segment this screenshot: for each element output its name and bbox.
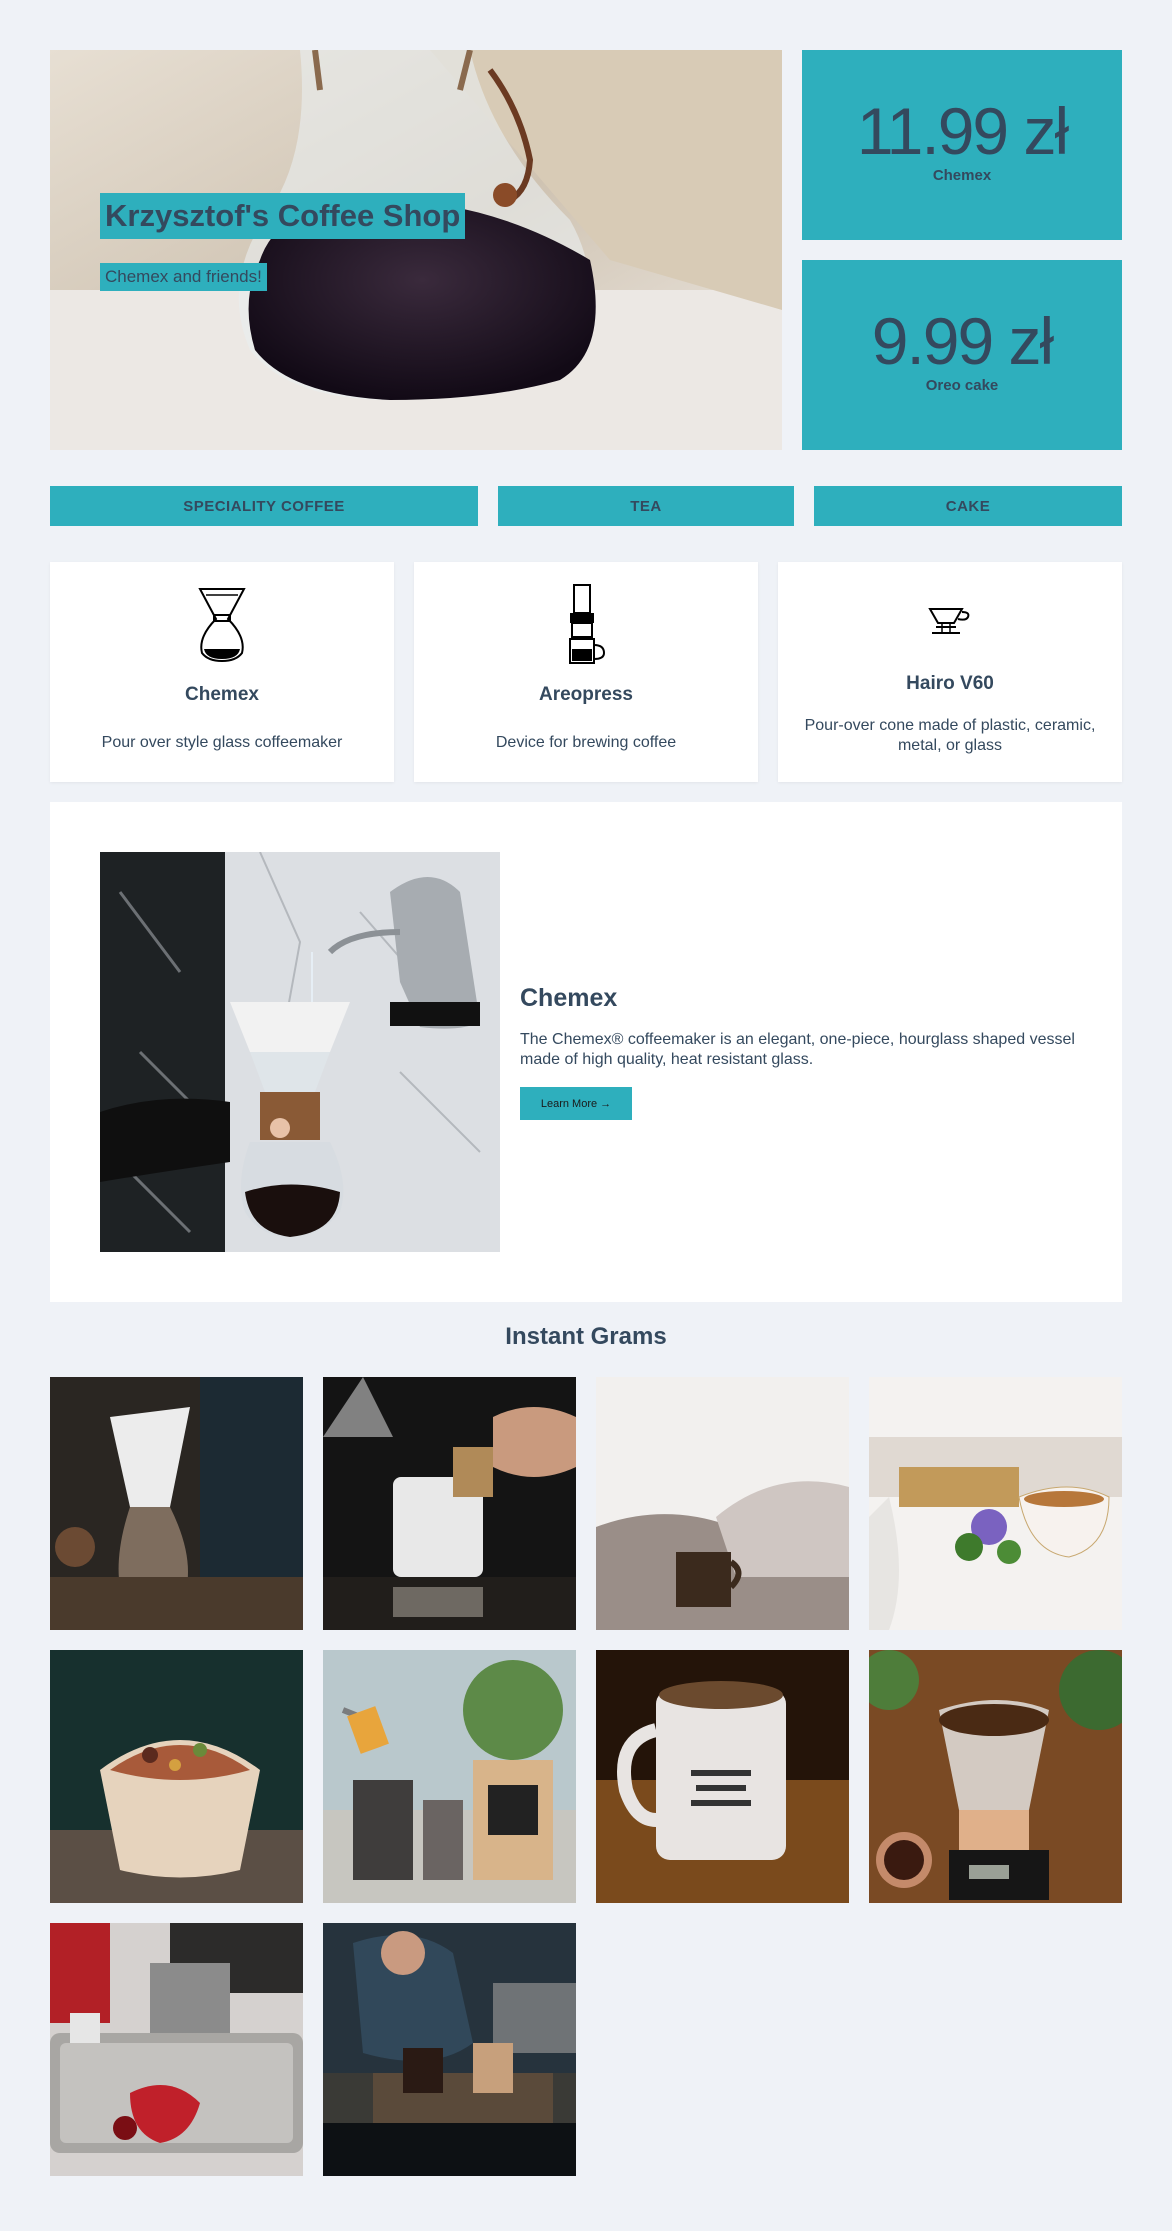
hero-banner (50, 50, 782, 450)
category-cake-button[interactable]: CAKE (814, 486, 1122, 526)
card-title: Hairo V60 (906, 673, 994, 694)
gram-photo-cup-blanket[interactable] (596, 1377, 849, 1630)
price-product-name: Chemex (932, 167, 992, 184)
gram-photo-mug-pour[interactable] (323, 1377, 576, 1630)
gram-photo-cafe-laptop[interactable] (323, 1923, 576, 2176)
gram-photo-brew-station[interactable] (323, 1650, 576, 1903)
category-tea-button[interactable]: TEA (498, 486, 794, 526)
price-value: 11.99 zł (856, 94, 1069, 168)
product-card-hario-v60: Hairo V60 Pour-over cone made of plastic… (778, 562, 1122, 782)
feature-description: The Chemex® coffeemaker is an elegant, o… (520, 1031, 1075, 1068)
card-description: Pour-over cone made of plastic, ceramic,… (804, 717, 1096, 754)
feature-title: Chemex (520, 984, 618, 1012)
product-card-aeropress: Areopress Device for brewing coffee (414, 562, 758, 782)
card-title: Areopress (539, 684, 633, 705)
hero-title: Krzysztof's Coffee Shop (100, 193, 466, 239)
gram-photo-white-mug[interactable] (596, 1650, 849, 1903)
gram-photo-chemex-pour[interactable] (50, 1377, 303, 1630)
gram-photo-grinder[interactable] (50, 1923, 303, 2176)
chemex-icon (198, 588, 246, 663)
feature-image (100, 852, 500, 1252)
price-card-oreo-cake: 9.99 zł Oreo cake (802, 260, 1122, 450)
card-description: Device for brewing coffee (495, 734, 677, 751)
gram-photo-muffin[interactable] (50, 1650, 303, 1903)
instant-grams-title: Instant Grams (505, 1323, 667, 1350)
gram-photo-pour-over-scale[interactable] (869, 1650, 1122, 1903)
price-card-chemex: 11.99 zł Chemex (802, 50, 1122, 240)
price-value: 9.99 zł (871, 304, 1054, 378)
hero-image (50, 50, 782, 450)
gram-photo-tea-cup[interactable] (869, 1377, 1122, 1630)
product-card-chemex: Chemex Pour over style glass coffeemaker (50, 562, 394, 782)
learn-more-button[interactable]: Learn More → (520, 1087, 632, 1120)
card-description: Pour over style glass coffeemaker (101, 734, 343, 751)
category-speciality-coffee-button[interactable]: SPECIALITY COFFEE (50, 486, 478, 526)
v60-icon (928, 608, 970, 634)
card-title: Chemex (185, 684, 259, 705)
aeropress-icon (569, 584, 606, 664)
price-product-name: Oreo cake (925, 377, 999, 394)
hero-subtitle: Chemex and friends! (100, 263, 267, 291)
